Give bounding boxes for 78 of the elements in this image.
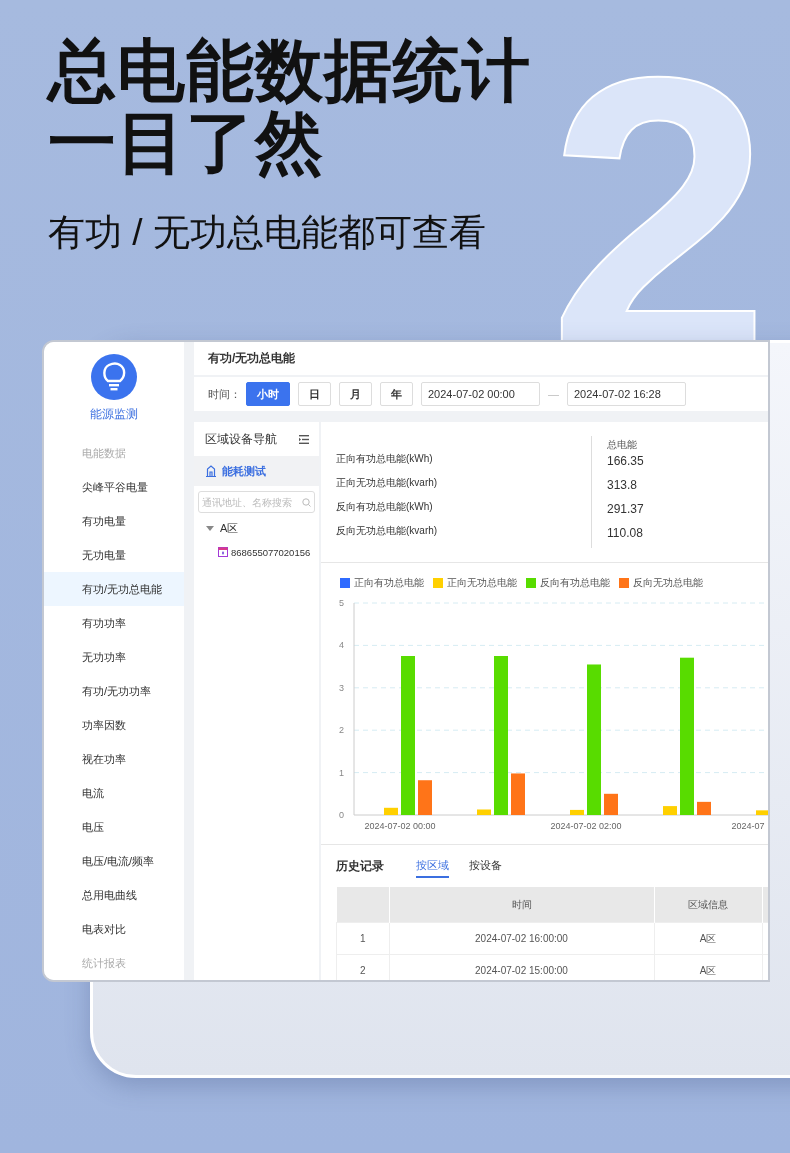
menu-group-label: 统计报表: [81, 956, 127, 971]
bar: [697, 801, 711, 815]
bar: [418, 780, 432, 815]
legend-label[interactable]: 正向无功总电能: [447, 576, 517, 590]
start-date-field[interactable]: 2024-07-02 00:00: [421, 382, 540, 406]
headline: 总电能数据统计: [48, 34, 532, 106]
y-tick-label: 4: [339, 640, 344, 651]
period-button[interactable]: 年: [380, 382, 413, 406]
section-title: 历史记录: [336, 857, 384, 875]
menu-item[interactable]: 尖峰平谷电量: [44, 470, 184, 504]
x-tick-label: 2024-07-02 02:00: [550, 821, 622, 831]
end-date-field[interactable]: 2024-07-02 16:28: [567, 382, 686, 406]
period-button[interactable]: 月: [339, 382, 372, 406]
table-cell: 2024-07-02 16:00:00: [389, 922, 654, 955]
metric-label: 正向无功总电能(kvarh): [336, 476, 439, 490]
tab[interactable]: 按区域: [416, 854, 449, 878]
menu-item[interactable]: 有功/无功总电能: [44, 572, 184, 606]
menu-item[interactable]: 电表对比: [44, 912, 184, 946]
tree-root-item[interactable]: 能耗测试: [194, 456, 319, 486]
legend-label[interactable]: 正向有功总电能: [354, 576, 424, 590]
x-tick-label: 2024-07-02 00:00: [364, 821, 436, 831]
search-icon: [302, 498, 311, 507]
menu-item[interactable]: 有功/无功功率: [44, 674, 184, 708]
metric-value: 313.8: [607, 478, 639, 494]
bar: [570, 809, 584, 815]
device-icon: [218, 547, 228, 557]
period-button[interactable]: 小时: [246, 382, 290, 406]
y-tick-label: 3: [339, 682, 344, 693]
legend-label[interactable]: 反向有功总电能: [540, 576, 610, 590]
tab[interactable]: 按设备: [469, 854, 502, 878]
legend-label[interactable]: 反向无功总电能: [633, 576, 703, 590]
y-tick-label: 2: [339, 725, 344, 736]
bar: [663, 806, 677, 815]
menu-item[interactable]: 总用电曲线: [44, 878, 184, 912]
metric-label: 反向无功总电能(kvarh): [336, 524, 439, 538]
menu-item[interactable]: 无功电量: [44, 538, 184, 572]
y-tick-label: 5: [339, 598, 344, 608]
menu-icon[interactable]: [299, 434, 309, 444]
metric-label: 反向有功总电能(kWh): [336, 500, 434, 514]
bar: [384, 807, 398, 815]
y-tick-label: 1: [339, 767, 344, 778]
subtitle: 有功 / 无功总电能都可查看: [48, 211, 487, 255]
menu-item[interactable]: 有功功率: [44, 606, 184, 640]
brand-name: 能源监测: [89, 406, 139, 423]
table-cell: 1: [336, 922, 389, 955]
time-label: 时间：: [208, 386, 241, 402]
menu-item[interactable]: 有功电量: [44, 504, 184, 538]
period-button[interactable]: 日: [298, 382, 331, 406]
tree-node[interactable]: 868655077020156: [194, 541, 319, 563]
menu-item[interactable]: 电压/电流/频率: [44, 844, 184, 878]
metric-value: 110.08: [607, 526, 644, 542]
table-header: 区域信息: [654, 887, 762, 923]
table-cell: A区: [654, 922, 762, 955]
metric-value: 291.37: [607, 502, 644, 518]
lightbulb-icon: [91, 354, 137, 400]
range-separator: —: [548, 388, 559, 400]
building-icon: [205, 465, 217, 477]
menu-item[interactable]: 视在功率: [44, 742, 184, 776]
panel-title: 区域设备导航: [205, 430, 277, 448]
x-tick-label: 2024-07: [731, 821, 765, 831]
menu-group-label: 电能数据: [81, 446, 127, 461]
menu-item[interactable]: 电流: [44, 776, 184, 810]
bar: [511, 773, 525, 815]
menu-item[interactable]: 功率因数: [44, 708, 184, 742]
bar: [477, 809, 491, 815]
table-cell: 2: [336, 954, 389, 980]
bar: [756, 810, 768, 815]
y-tick-label: 0: [339, 810, 344, 820]
table-header: 时间: [389, 887, 654, 923]
bar: [604, 793, 618, 815]
headline: 一目了然: [48, 106, 324, 178]
tree-node[interactable]: A区: [194, 515, 319, 541]
column-header: 总电能: [607, 438, 638, 452]
menu-item[interactable]: 无功功率: [44, 640, 184, 674]
metric-value: 166.35: [607, 454, 644, 470]
page-title: 有功/无功总电能: [208, 350, 296, 367]
metric-label: 正向有功总电能(kWh): [336, 452, 434, 466]
menu-item[interactable]: 电压: [44, 810, 184, 844]
